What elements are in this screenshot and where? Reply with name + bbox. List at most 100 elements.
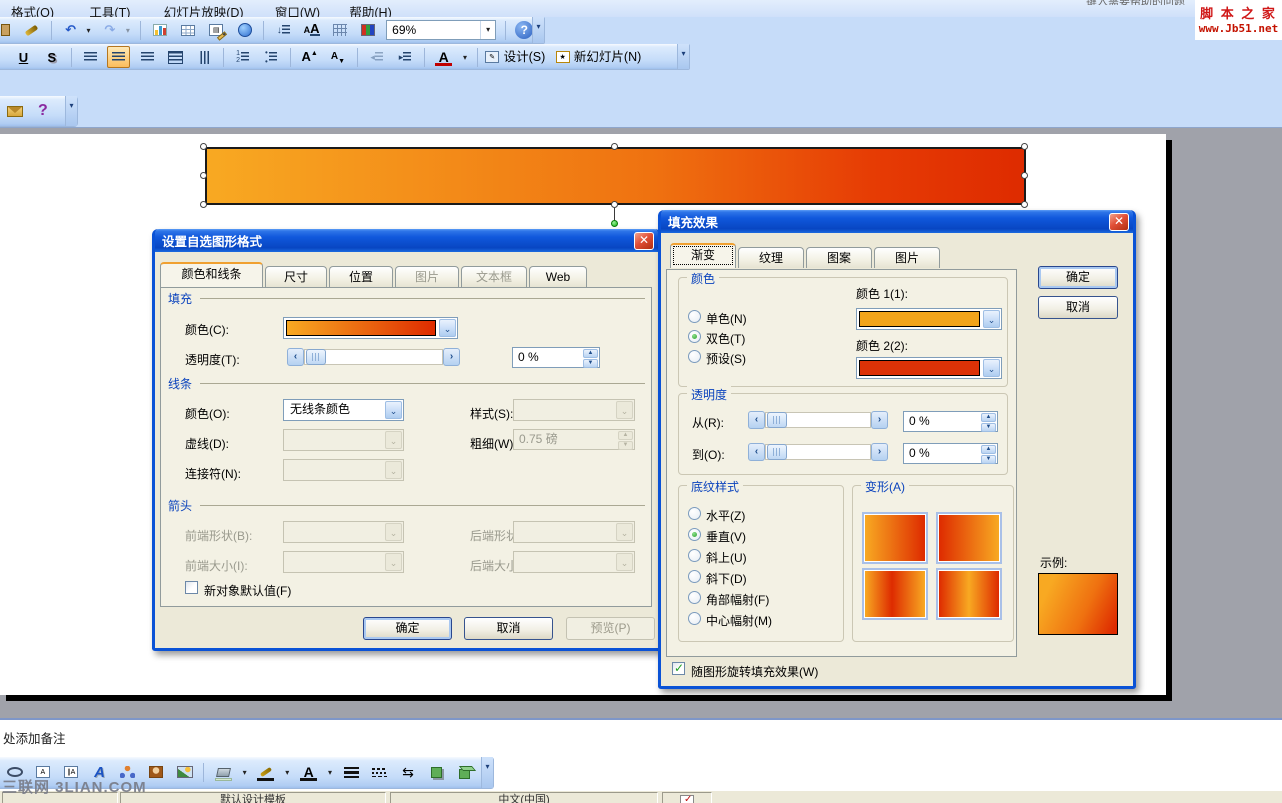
shadow-style-icon[interactable] (425, 761, 448, 783)
radio-vertical[interactable] (688, 528, 701, 541)
spin-down-icon[interactable]: ▼ (981, 455, 996, 464)
selection-handle-bottom-right[interactable] (1021, 201, 1028, 208)
color1-combobox[interactable]: ⌄ (856, 308, 1002, 330)
close-icon[interactable]: ✕ (1109, 213, 1129, 231)
new-slide-button[interactable]: 新幻灯片(N) (574, 44, 641, 70)
two-colors-label[interactable]: 双色(T) (706, 330, 745, 347)
decrease-indent-icon[interactable]: ◂ (365, 46, 388, 68)
notes-pane[interactable]: 处添加备注 (0, 718, 1282, 757)
diagonal-down-label[interactable]: 斜下(D) (706, 570, 747, 587)
underline-icon[interactable]: U (12, 46, 35, 68)
menu-window[interactable]: 窗口(W) (266, 0, 329, 17)
selection-handle-bottom-center[interactable] (611, 201, 618, 208)
radio-from-center[interactable] (688, 612, 701, 625)
radio-horizontal[interactable] (688, 507, 701, 520)
chevron-down-icon[interactable]: ⌄ (385, 401, 402, 419)
variant-2[interactable] (936, 512, 1002, 564)
zoom-dropdown-icon[interactable]: ▾ (480, 21, 495, 39)
cancel-button[interactable]: 取消 (1038, 296, 1118, 319)
justify-icon[interactable] (164, 46, 187, 68)
diagonal-up-label[interactable]: 斜上(U) (706, 549, 747, 566)
slider-right-icon[interactable]: › (443, 348, 460, 366)
align-right-icon[interactable] (136, 46, 159, 68)
font-color-dropdown-icon[interactable]: ▾ (460, 46, 471, 68)
spin-up-icon[interactable]: ▲ (981, 413, 996, 422)
variant-1[interactable] (862, 512, 928, 564)
help-question-icon[interactable]: ? (31, 100, 54, 122)
insert-slide-from-outline-icon[interactable]: ▤ (205, 19, 228, 41)
mail-recipient-icon[interactable] (3, 100, 26, 122)
slider-left-icon[interactable]: ‹ (748, 443, 765, 461)
from-corner-label[interactable]: 角部幅射(F) (706, 591, 769, 608)
variant-4[interactable] (936, 568, 1002, 620)
horizontal-label[interactable]: 水平(Z) (706, 507, 745, 524)
line-color-icon[interactable] (254, 761, 277, 783)
line-style-icon[interactable] (340, 761, 363, 783)
slider-track[interactable] (765, 444, 871, 460)
increase-indent-icon[interactable]: ▸ (394, 46, 417, 68)
toolbar-options-icon[interactable]: ▾ (677, 44, 689, 69)
slider-thumb[interactable] (767, 412, 787, 428)
selection-handle-mid-left[interactable] (200, 172, 207, 179)
radio-diagonal-down[interactable] (688, 570, 701, 583)
color-grayscale-icon[interactable] (357, 19, 380, 41)
tab-web[interactable]: Web (529, 266, 587, 287)
help-question-box[interactable]: 键入需要帮助的问题 (1086, 0, 1194, 5)
slider-thumb[interactable] (306, 349, 326, 365)
toolbar-options-icon[interactable]: ▾ (481, 757, 493, 788)
zoom-combobox[interactable]: 69% ▾ (386, 20, 496, 40)
bullet-list-icon[interactable]: •• (259, 46, 282, 68)
transparency-to-spinner[interactable]: 0 % ▲▼ (903, 443, 998, 464)
new-default-checkbox[interactable] (185, 581, 198, 594)
menu-help[interactable]: 帮助(H) (340, 0, 400, 17)
menu-slideshow[interactable]: 幻灯片放映(D) (155, 0, 253, 17)
radio-diagonal-up[interactable] (688, 549, 701, 562)
from-center-label[interactable]: 中心幅射(M) (706, 612, 772, 629)
clip-art-icon[interactable] (145, 761, 168, 783)
insert-hyperlink-icon[interactable] (233, 19, 256, 41)
insert-chart-icon[interactable] (148, 19, 171, 41)
menu-tools[interactable]: 工具(T) (80, 0, 139, 17)
tab-pattern[interactable]: 图案 (806, 247, 872, 268)
numbered-list-icon[interactable]: 12 (231, 46, 254, 68)
tab-colors-and-lines[interactable]: 颜色和线条 (160, 262, 263, 287)
show-formatting-icon[interactable]: AA (300, 19, 323, 41)
selection-handle-mid-right[interactable] (1021, 172, 1028, 179)
transparency-from-slider[interactable]: ‹ › (748, 411, 888, 429)
fill-transparency-slider[interactable]: ‹ › (287, 348, 460, 366)
slider-track[interactable] (304, 349, 443, 365)
rotate-fill-label[interactable]: 随图形旋转填充效果(W) (691, 663, 818, 680)
redo-dropdown-icon[interactable]: ▾ (122, 19, 133, 41)
align-left-icon[interactable] (79, 46, 102, 68)
insert-picture-icon[interactable] (173, 761, 196, 783)
one-color-label[interactable]: 单色(N) (706, 310, 747, 327)
show-grid-icon[interactable] (328, 19, 351, 41)
fill-color-icon[interactable] (212, 761, 235, 783)
arrow-style-icon[interactable]: ⇆ (397, 761, 420, 783)
chevron-down-icon[interactable]: ⌄ (439, 319, 456, 337)
vertical-label[interactable]: 垂直(V) (706, 528, 746, 545)
tab-picture[interactable]: 图片 (874, 247, 940, 268)
spin-up-icon[interactable]: ▲ (981, 445, 996, 454)
chevron-down-icon[interactable]: ⌄ (983, 310, 1000, 328)
change-text-direction-icon[interactable] (192, 46, 215, 68)
selection-handle-top-right[interactable] (1021, 143, 1028, 150)
decrease-font-size-icon[interactable]: A▼ (326, 46, 349, 68)
slider-left-icon[interactable]: ‹ (748, 411, 765, 429)
tab-size[interactable]: 尺寸 (265, 266, 327, 287)
transparency-from-spinner[interactable]: 0 % ▲▼ (903, 411, 998, 432)
design-button[interactable]: 设计(S) (504, 44, 552, 70)
preset-label[interactable]: 预设(S) (706, 350, 746, 367)
rotate-handle[interactable] (611, 220, 618, 227)
threed-style-icon[interactable] (453, 761, 476, 783)
font-color-icon[interactable]: A (297, 761, 320, 783)
toolbar-options-icon[interactable]: ▾ (65, 96, 77, 126)
close-icon[interactable]: ✕ (634, 232, 654, 250)
slider-right-icon[interactable]: › (871, 411, 888, 429)
ok-button[interactable]: 确定 (363, 617, 452, 640)
radio-one-color[interactable] (688, 310, 701, 323)
paste-icon[interactable] (3, 19, 15, 41)
selection-handle-bottom-left[interactable] (200, 201, 207, 208)
selection-handle-top-center[interactable] (611, 143, 618, 150)
dialog-title-bar[interactable]: 设置自选图形格式 ✕ (155, 229, 658, 252)
